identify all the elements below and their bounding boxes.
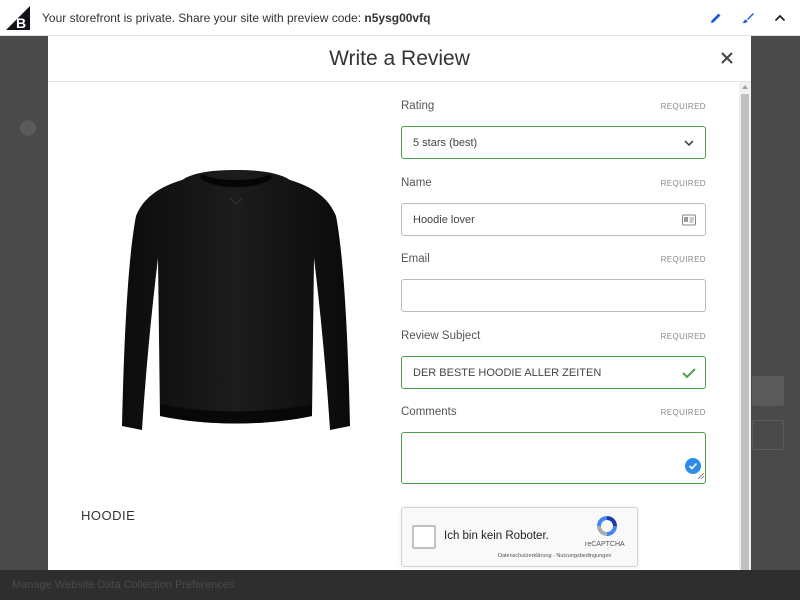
background-button [752,376,784,406]
edit-button[interactable] [704,6,728,30]
info-icon [20,120,36,136]
pencil-icon [711,13,721,23]
collapse-bar-button[interactable] [768,6,792,30]
resize-handle-icon[interactable] [697,472,705,480]
required-badge: REQUIRED [660,102,706,111]
subject-input[interactable]: DER BESTE HOODIE ALLER ZEITEN [401,356,706,389]
email-field: Email REQUIRED [401,253,706,312]
modal-title: Write a Review [329,46,470,70]
comments-field: Comments REQUIRED [401,406,706,484]
background-button-outline [752,420,784,450]
footer-bar: Manage Website Data Collection Preferenc… [0,570,800,600]
bigcommerce-logo: B [6,5,30,31]
rating-select[interactable]: 5 stars (best) [401,126,706,159]
email-label: Email [401,253,430,265]
recaptcha-checkbox[interactable] [412,525,436,549]
name-value: Hoodie lover [413,213,475,226]
brush-icon [742,13,754,24]
chevron-up-icon [774,14,786,22]
footer-link[interactable]: Manage Website Data Collection Preferenc… [12,579,234,591]
preview-code: n5ysg00vfq [364,10,431,25]
checkmark-icon [682,368,696,379]
rating-field: Rating REQUIRED 5 stars (best) [401,100,706,159]
name-label: Name [401,177,432,189]
scroll-up-icon[interactable] [742,85,748,89]
rating-label: Rating [401,100,435,112]
modal-scrollbar[interactable] [739,82,751,570]
product-name: HOODIE [81,508,136,523]
modal-header: Write a Review [48,36,751,82]
recaptcha-label: Ich bin kein Roboter. [444,530,549,542]
recaptcha-logo-icon [597,516,617,536]
preview-message: Your storefront is private. Share your s… [42,11,430,25]
rating-value: 5 stars (best) [413,136,478,149]
comments-textarea[interactable] [401,432,706,484]
close-icon [721,52,733,64]
name-input[interactable]: Hoodie lover [401,203,706,236]
subject-label: Review Subject [401,330,481,342]
write-review-modal: Write a Review HOODIE Rating REQUIRED 5 … [48,36,751,570]
required-badge: REQUIRED [660,408,706,417]
preview-message-text: Your storefront is private. Share your s… [42,10,365,25]
required-badge: REQUIRED [660,332,706,341]
required-badge: REQUIRED [660,255,706,264]
chevron-down-icon [684,140,694,147]
recaptcha-widget: Ich bin kein Roboter. reCAPTCHA Datensch… [401,507,638,567]
recaptcha-links[interactable]: Datenschutzerklärung - Nutzungsbedingung… [498,553,611,559]
name-field: Name REQUIRED Hoodie lover [401,177,706,236]
preview-bar: B Your storefront is private. Share your… [0,0,800,36]
recaptcha-brand: reCAPTCHA [585,541,625,548]
subject-field: Review Subject REQUIRED DER BESTE HOODIE… [401,330,706,389]
scroll-thumb[interactable] [741,94,749,570]
svg-text:B: B [16,15,26,31]
comments-label: Comments [401,406,457,418]
product-image [122,170,350,430]
email-input[interactable] [401,279,706,312]
required-badge: REQUIRED [660,179,706,188]
close-button[interactable] [715,46,739,70]
subject-value: DER BESTE HOODIE ALLER ZEITEN [413,366,602,379]
contact-card-icon[interactable] [682,214,696,226]
theme-styles-button[interactable] [736,6,760,30]
